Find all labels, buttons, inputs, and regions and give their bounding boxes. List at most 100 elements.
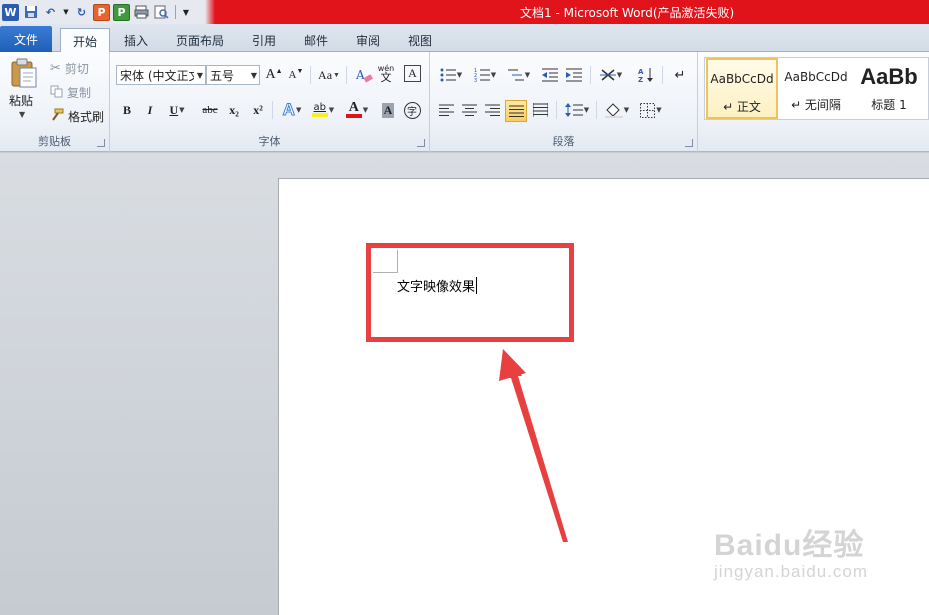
- svg-text:A: A: [638, 68, 644, 76]
- shading-icon[interactable]: ▼: [602, 100, 632, 120]
- phonetic-guide-icon[interactable]: wén 文: [376, 63, 396, 83]
- strikethrough-button[interactable]: abc: [198, 100, 222, 120]
- format-painter-icon: [50, 108, 64, 125]
- style-heading-1-sample: AaBb: [860, 64, 918, 89]
- distributed-align-icon[interactable]: [530, 100, 550, 120]
- window-title: 文档1 - Microsoft Word(产品激活失败): [520, 6, 735, 20]
- ribbon: 粘贴 ▼ ✂ 剪切 复制 格式刷 剪贴板 宋体 (中文正文 ▼ 五号 ▼ A ▲…: [0, 52, 929, 152]
- print-preview-icon[interactable]: [153, 4, 170, 21]
- chinese-layout-icon[interactable]: ▼: [596, 65, 626, 85]
- grow-font-icon[interactable]: A ▲: [264, 65, 284, 85]
- shrink-font-icon[interactable]: A ▼: [286, 65, 306, 85]
- copy-label: 复制: [67, 86, 92, 100]
- bullets-icon[interactable]: ▼: [436, 65, 466, 85]
- increase-indent-icon[interactable]: [564, 65, 584, 85]
- tab-view[interactable]: 视图: [396, 28, 444, 52]
- scissors-icon: ✂: [50, 61, 61, 76]
- font-color-icon[interactable]: A ▼: [342, 100, 372, 120]
- paragraph-separator-3: [556, 101, 557, 119]
- tab-insert[interactable]: 插入: [112, 28, 160, 52]
- word-app-icon[interactable]: W: [2, 3, 19, 21]
- clipboard-launcher-icon[interactable]: [97, 139, 105, 147]
- style-heading-1[interactable]: AaBb 标题 1: [853, 58, 925, 119]
- style-normal[interactable]: AaBbCcDd ↵ 正文: [706, 58, 778, 119]
- watermark-brand: Baidu经验: [714, 529, 865, 562]
- copy-button[interactable]: 复制: [50, 84, 91, 101]
- font-size-dropdown-icon[interactable]: ▼: [249, 71, 259, 80]
- sort-icon[interactable]: AZ: [636, 65, 656, 85]
- bold-button[interactable]: B: [117, 100, 137, 120]
- cut-button[interactable]: ✂ 剪切: [50, 60, 89, 77]
- format-painter-button[interactable]: 格式刷: [50, 108, 104, 125]
- redo-icon[interactable]: ↻: [73, 4, 90, 21]
- copy-icon: [50, 85, 63, 101]
- font-name-dropdown-icon[interactable]: ▼: [195, 71, 205, 80]
- multilevel-list-icon[interactable]: ▼: [504, 65, 534, 85]
- numbering-icon[interactable]: 1 2 3 ▼: [470, 65, 500, 85]
- text-effects-icon[interactable]: A ▼: [278, 100, 306, 120]
- font-name-combo[interactable]: 宋体 (中文正文 ▼: [116, 65, 206, 85]
- font-launcher-icon[interactable]: [417, 139, 425, 147]
- style-no-spacing-sample: AaBbCcDd: [784, 70, 848, 84]
- svg-text:A: A: [355, 68, 365, 82]
- align-left-icon[interactable]: [436, 100, 456, 120]
- highlight-box: [366, 243, 574, 342]
- clipboard-group-label: 剪贴板: [38, 135, 71, 148]
- font-group-label: 字体: [258, 135, 281, 148]
- character-shading-icon[interactable]: A: [378, 100, 398, 120]
- quick-print-icon[interactable]: [133, 4, 150, 21]
- baidu-watermark: Baidu经验 jingyan.baidu.com: [714, 520, 868, 582]
- save-icon[interactable]: [22, 4, 39, 21]
- superscript-button[interactable]: x²: [248, 100, 268, 120]
- font-separator-3: [272, 101, 273, 119]
- publisher-icon[interactable]: P: [113, 3, 130, 21]
- format-painter-label: 格式刷: [68, 110, 105, 124]
- tab-mailings[interactable]: 邮件: [292, 28, 340, 52]
- tab-review[interactable]: 审阅: [344, 28, 392, 52]
- paste-button[interactable]: 粘贴: [9, 92, 33, 109]
- title-bar: W ↶ ▼ ↻ P P ▼ 文档1 - Microsoft Word(产品激活失…: [0, 0, 929, 24]
- tab-page-layout[interactable]: 页面布局: [164, 28, 236, 52]
- align-right-icon[interactable]: [482, 100, 502, 120]
- svg-text:3: 3: [474, 78, 477, 82]
- undo-dropdown-icon[interactable]: ▼: [62, 4, 70, 21]
- font-size-combo[interactable]: 五号 ▼: [206, 65, 260, 85]
- subscript-button[interactable]: x₂: [224, 100, 244, 120]
- show-formatting-marks-icon[interactable]: ↵: [670, 65, 690, 85]
- undo-icon[interactable]: ↶: [42, 4, 59, 21]
- font-size-value: 五号: [210, 68, 235, 83]
- paragraph-separator: [590, 66, 591, 84]
- decrease-indent-icon[interactable]: [540, 65, 560, 85]
- font-separator: [310, 66, 311, 84]
- paste-dropdown-icon[interactable]: ▼: [19, 110, 25, 119]
- character-border-icon[interactable]: A: [404, 65, 421, 82]
- paragraph-group-label: 段落: [552, 135, 575, 148]
- style-normal-sample: AaBbCcDd: [710, 72, 774, 86]
- italic-button[interactable]: I: [140, 100, 160, 120]
- align-center-icon[interactable]: [459, 100, 479, 120]
- line-spacing-icon[interactable]: ▼: [562, 100, 592, 120]
- font-separator-2: [346, 66, 347, 84]
- clipboard-group: 粘贴 ▼ ✂ 剪切 复制 格式刷 剪贴板: [0, 52, 110, 152]
- underline-button[interactable]: U ▼: [164, 100, 190, 120]
- highlight-color-icon[interactable]: ab ▼: [308, 100, 338, 120]
- font-group: 宋体 (中文正文 ▼ 五号 ▼ A ▲ A ▼ Aa ▼ A wén 文 A B I U…: [110, 52, 430, 152]
- paragraph-launcher-icon[interactable]: [685, 139, 693, 147]
- style-normal-name: ↵ 正文: [723, 100, 761, 114]
- paste-icon[interactable]: [10, 58, 38, 88]
- paragraph-group: ▼ 1 2 3 ▼ ▼ ▼ AZ ↵ ▼ ▼ ▼ 段落: [430, 52, 698, 152]
- clear-formatting-icon[interactable]: A: [354, 65, 374, 85]
- justify-icon[interactable]: [505, 100, 527, 122]
- tab-file[interactable]: 文件: [0, 26, 52, 52]
- tab-references[interactable]: 引用: [240, 28, 288, 52]
- enclose-characters-icon[interactable]: 字: [402, 100, 422, 120]
- style-no-spacing[interactable]: AaBbCcDd ↵ 无间隔: [780, 58, 852, 119]
- powerpoint-icon[interactable]: P: [93, 3, 110, 21]
- change-case-icon[interactable]: Aa ▼: [316, 65, 342, 85]
- tab-home[interactable]: 开始: [60, 28, 111, 53]
- customize-qat-icon[interactable]: ▼: [181, 4, 191, 21]
- watermark-url: jingyan.baidu.com: [714, 562, 869, 581]
- borders-icon[interactable]: ▼: [636, 100, 666, 120]
- style-no-spacing-name: ↵ 无间隔: [791, 98, 841, 112]
- qat-separator: [175, 5, 176, 19]
